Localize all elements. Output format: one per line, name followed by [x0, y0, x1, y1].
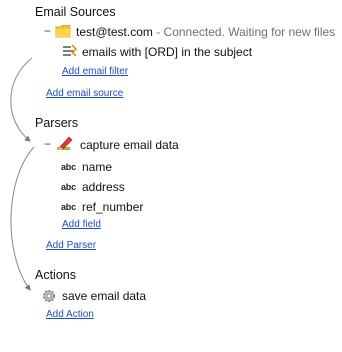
field-item-address[interactable]: address: [82, 180, 125, 194]
text-field-icon: abc: [61, 162, 76, 172]
parser-pen-icon: [56, 135, 74, 156]
add-field-link[interactable]: Add field: [62, 219, 101, 230]
text-field-icon: abc: [61, 182, 76, 192]
add-action-link[interactable]: Add Action: [46, 309, 94, 320]
add-email-filter-link[interactable]: Add email filter: [62, 66, 128, 77]
connector-sources-to-parsers: [10, 57, 33, 142]
text-field-icon: abc: [61, 202, 76, 212]
field-item-ref-number[interactable]: ref_number: [82, 200, 143, 214]
filter-icon: [62, 44, 78, 63]
section-header-email-sources: Email Sources: [35, 5, 116, 19]
field-item-name[interactable]: name: [82, 160, 112, 174]
section-header-parsers: Parsers: [35, 116, 79, 130]
email-account-row[interactable]: test@test.com - Connected. Waiting for n…: [76, 25, 335, 39]
add-email-source-link[interactable]: Add email source: [46, 88, 123, 99]
collapse-toggle-parser[interactable]: −: [44, 138, 51, 150]
email-account-address: test@test.com: [76, 25, 153, 39]
email-filter-item[interactable]: emails with [ORD] in the subject: [82, 45, 252, 59]
action-item[interactable]: save email data: [62, 289, 146, 303]
gear-icon: [42, 289, 56, 308]
email-account-status: - Connected. Waiting for new files: [152, 25, 336, 39]
folder-icon: [55, 24, 71, 43]
parser-item[interactable]: capture email data: [80, 138, 179, 152]
connector-parsers-to-actions: [10, 146, 35, 291]
add-parser-link[interactable]: Add Parser: [46, 240, 96, 251]
collapse-toggle-email-account[interactable]: −: [44, 25, 51, 37]
section-header-actions: Actions: [35, 268, 76, 282]
